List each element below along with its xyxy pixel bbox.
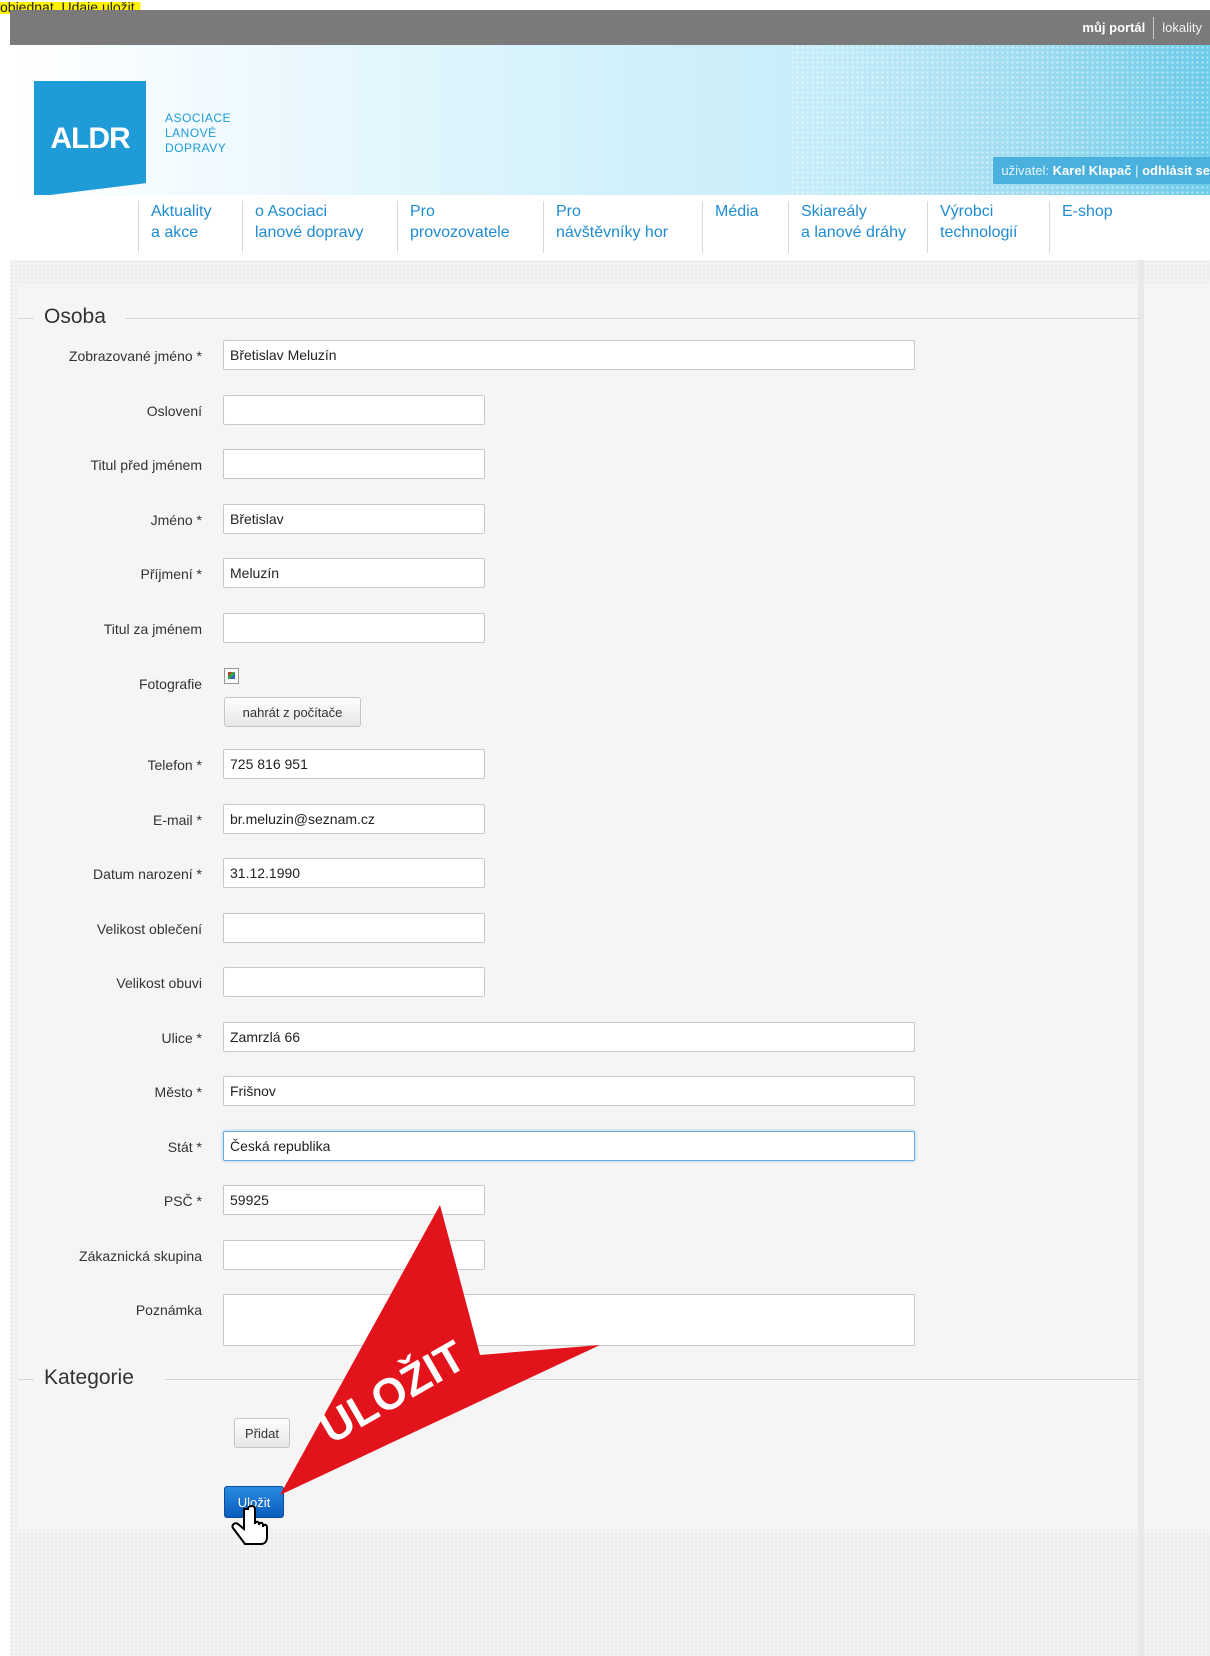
last-name-label: Příjmení * xyxy=(140,566,202,582)
birth-date-input[interactable] xyxy=(223,858,485,888)
first-name-input[interactable] xyxy=(223,504,485,534)
logo-mark[interactable]: ALDR xyxy=(34,81,146,195)
phone-input[interactable] xyxy=(223,749,485,779)
logo-text: ASOCIACE LANOVÉ DOPRAVY xyxy=(165,111,231,156)
legend-line xyxy=(18,318,34,319)
title-after-label: Titul za jménem xyxy=(103,621,202,637)
email-label: E-mail * xyxy=(152,812,202,828)
zip-label: PSČ * xyxy=(163,1193,202,1209)
nav-label: Skiareály xyxy=(801,203,867,220)
user-info: uživatel: Karel Klapač | odhlásit se xyxy=(993,157,1210,184)
display-name-label: Zobrazované jméno * xyxy=(68,348,202,364)
nav-label: Pro xyxy=(410,203,435,220)
hand-path xyxy=(231,1505,268,1545)
nav-label: o Asociaci xyxy=(255,203,328,220)
user-sep: | xyxy=(1135,163,1139,178)
nav-label: Aktuality xyxy=(151,203,212,220)
title-before-label: Titul před jménem xyxy=(90,457,202,473)
logout-link[interactable]: odhlásit se xyxy=(1142,163,1210,178)
phone-label: Telefon * xyxy=(147,757,202,773)
broken-image-icon xyxy=(224,668,239,684)
clothing-size-label: Velikost oblečení xyxy=(96,921,202,937)
section-title-category: Kategorie xyxy=(44,1366,134,1389)
legend-line xyxy=(18,1379,34,1380)
nav-item-eshop[interactable]: E-shop xyxy=(1049,201,1113,253)
header-banner: ALDR ASOCIACE LANOVÉ DOPRAVY uživatel: K… xyxy=(10,45,1210,195)
street-label: Ulice * xyxy=(161,1030,202,1046)
display-name-input[interactable] xyxy=(223,340,915,370)
street-input[interactable] xyxy=(223,1022,915,1052)
clothing-size-input[interactable] xyxy=(223,913,485,943)
hand-cursor-icon xyxy=(231,1505,268,1545)
scrollbar-track[interactable] xyxy=(1138,260,1144,1656)
logo-line: LANOVÉ xyxy=(165,126,217,140)
email-input[interactable] xyxy=(223,804,485,834)
nav-label: E-shop xyxy=(1062,203,1113,220)
user-name: Karel Klapač xyxy=(1052,163,1132,178)
nav-label: technologií xyxy=(940,224,1018,241)
last-name-input[interactable] xyxy=(223,558,485,588)
section-title-person: Osoba xyxy=(44,305,106,328)
nav-item-news[interactable]: Aktuality a akce xyxy=(138,201,211,253)
state-input[interactable] xyxy=(223,1131,915,1161)
nav-item-ski-resorts[interactable]: Skiareály a lanové dráhy xyxy=(788,201,906,253)
logo-line: ASOCIACE xyxy=(165,111,232,125)
photo-label: Fotografie xyxy=(138,676,202,692)
user-prefix: uživatel: xyxy=(1001,163,1050,178)
nav-label: Pro xyxy=(556,203,581,220)
title-before-input[interactable] xyxy=(223,449,485,479)
nav-label: a lanové dráhy xyxy=(801,224,906,241)
first-name-label: Jméno * xyxy=(150,512,202,528)
city-label: Město * xyxy=(154,1084,202,1100)
nav-label: provozovatele xyxy=(410,224,510,241)
salutation-input[interactable] xyxy=(223,395,485,425)
logo-line: DOPRAVY xyxy=(165,141,227,155)
birth-date-label: Datum narození * xyxy=(93,866,202,882)
legend-line xyxy=(125,318,1140,319)
title-after-input[interactable] xyxy=(223,613,485,643)
shoe-size-input[interactable] xyxy=(223,967,485,997)
annotation-arrow: ULOŽIT xyxy=(280,1205,600,1495)
nav-item-visitors[interactable]: Pro návštěvníky hor xyxy=(543,201,668,253)
nav-item-manufacturers[interactable]: Výrobci technologií xyxy=(927,201,1017,253)
main-nav: Aktuality a akce o Asociaci lanové dopravy… xyxy=(10,195,1210,261)
nav-label: lanové dopravy xyxy=(255,224,364,241)
note-label: Poznámka xyxy=(135,1302,202,1318)
upload-photo-button[interactable]: nahrát z počítače xyxy=(224,697,361,727)
top-links: můj portál lokality xyxy=(1074,10,1210,45)
nav-label: Média xyxy=(715,203,759,220)
nav-item-operators[interactable]: Pro provozovatele xyxy=(397,201,510,253)
shoe-size-label: Velikost obuvi xyxy=(116,975,202,991)
nav-label: návštěvníky hor xyxy=(556,224,669,241)
nav-label: a akce xyxy=(151,224,199,241)
nav-label: Výrobci xyxy=(940,203,994,220)
my-portal-link[interactable]: můj portál xyxy=(1074,20,1153,35)
locality-link[interactable]: lokality xyxy=(1154,20,1210,35)
customer-group-label: Zákaznická skupina xyxy=(79,1248,202,1264)
top-bar: můj portál lokality xyxy=(10,10,1210,45)
state-label: Stát * xyxy=(167,1139,202,1155)
salutation-label: Oslovení xyxy=(146,403,202,419)
nav-item-media[interactable]: Média xyxy=(702,201,759,253)
city-input[interactable] xyxy=(223,1076,915,1106)
nav-item-association[interactable]: o Asociaci lanové dopravy xyxy=(242,201,364,253)
